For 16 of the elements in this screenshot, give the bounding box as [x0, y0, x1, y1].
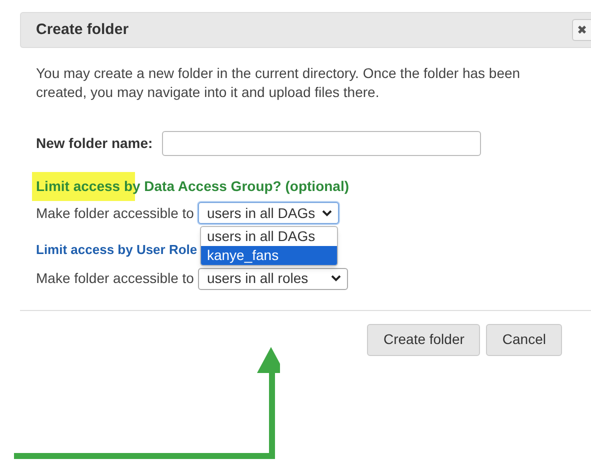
dialog-button[interactable]: Cancel: [486, 324, 562, 356]
chevron-down-icon: [330, 275, 341, 282]
dropdown-option[interactable]: users in all DAGs: [200, 227, 337, 246]
field-label: Make folder accessible to: [36, 204, 194, 222]
intro-text: You may create a new folder in the current directory. Once the folder has been created, you may navigate into it and upload files there.: [36, 64, 522, 102]
dialog-button[interactable]: Create folder: [367, 324, 480, 356]
dropdown-select[interactable]: users in all roles: [198, 268, 348, 290]
dropdown-option[interactable]: kanye_fans: [200, 246, 337, 265]
field-label: Make folder accessible to: [36, 269, 194, 288]
folder-name-field[interactable]: [162, 131, 481, 156]
dialog-title: Create folder: [36, 20, 129, 40]
section-heading: Limit access by User Role: [36, 241, 198, 259]
field-label: New folder name:: [36, 134, 153, 153]
chevron-down-icon: [322, 210, 332, 216]
dropdown-select[interactable]: users in all DAGs: [198, 202, 339, 224]
close-button[interactable]: ✖: [572, 19, 591, 41]
